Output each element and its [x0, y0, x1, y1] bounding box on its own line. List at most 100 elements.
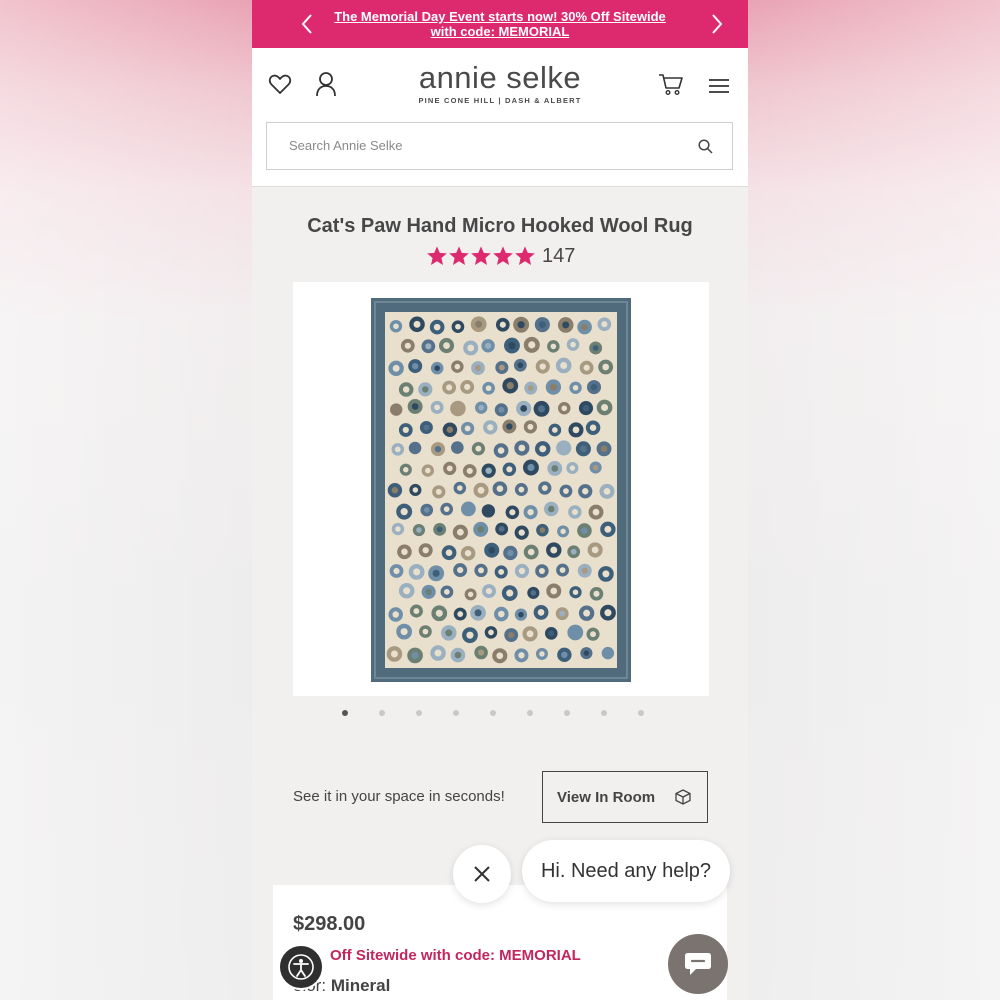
right-background: [748, 0, 1000, 1000]
rug-spot-center: [602, 363, 609, 371]
brand-logo[interactable]: annie selke PINE CONE HILL | DASH & ALBE…: [402, 58, 598, 105]
carousel-dot[interactable]: [564, 710, 570, 716]
rug-spot-center: [582, 404, 590, 412]
carousel-dot[interactable]: [416, 710, 422, 716]
logo-wordmark: annie selke: [418, 60, 582, 95]
rug-spot-center: [582, 488, 589, 495]
rug-spot-center: [446, 465, 453, 472]
rug-spot-center: [422, 628, 429, 635]
rug-spot-center: [443, 342, 450, 349]
carousel-dot[interactable]: [490, 710, 496, 716]
rug-spot-center: [393, 323, 399, 330]
rug-spot-center: [604, 609, 612, 617]
rug-spot-center: [551, 427, 558, 433]
rug-spot-center: [498, 568, 505, 575]
rug-spot-center: [464, 425, 471, 432]
accessibility-icon: [288, 954, 314, 980]
product-title: Cat's Paw Hand Micro Hooked Wool Rug: [307, 215, 693, 237]
rug-spot-center: [508, 342, 516, 350]
view-in-room-button[interactable]: View In Room: [542, 771, 708, 823]
product-price: $298.00: [293, 913, 366, 935]
search-icon[interactable]: [698, 139, 713, 154]
chevron-left-icon[interactable]: [300, 12, 314, 36]
rug-spot-center: [392, 611, 399, 618]
price-panel: $298.00 Off Sitewide with code: MEMORIAL…: [273, 885, 727, 1000]
color-value: Mineral: [330, 976, 391, 995]
star-icon: [449, 246, 469, 265]
rug-spot-center: [592, 345, 599, 351]
rug-spot-center: [518, 444, 526, 452]
rug-spot-center: [498, 610, 505, 618]
rug-spot-center: [443, 506, 450, 512]
rug-spot-center: [562, 321, 570, 329]
rug-spot-center: [393, 567, 400, 575]
rug-spot-center: [526, 630, 534, 638]
search-input[interactable]: [287, 137, 671, 154]
rug-spot-center: [538, 567, 545, 575]
rug-spot-center: [422, 386, 429, 393]
rug-spot-center: [539, 651, 545, 657]
logo-sub-brands: PINE CONE HILL | DASH & ALBERT: [418, 96, 582, 105]
chat-close-button[interactable]: [453, 845, 511, 903]
rug-spot-center: [583, 650, 590, 656]
rug-spot-center: [403, 466, 409, 473]
carousel-dot[interactable]: [527, 710, 533, 716]
view-in-room-prompt: See it in your space in seconds!: [293, 788, 505, 805]
user-icon[interactable]: [315, 71, 337, 97]
rug-spot-center: [464, 549, 472, 557]
rug-spot-center: [580, 445, 587, 453]
cube-icon: [675, 789, 691, 805]
carousel-dot[interactable]: [342, 710, 348, 716]
rug-spot-center: [404, 342, 411, 349]
rug-spot-center: [401, 548, 408, 556]
star-icon: [471, 246, 491, 265]
rug-spot-center: [590, 383, 598, 391]
rug-spot-center: [603, 487, 611, 495]
rug-spot-center: [433, 323, 441, 331]
carousel-dot[interactable]: [453, 710, 459, 716]
rug-spot-center: [499, 321, 506, 328]
rug-spot-center: [527, 385, 534, 392]
carousel-dot[interactable]: [601, 710, 607, 716]
rug-spot-center: [477, 486, 485, 494]
product-image-carousel[interactable]: [293, 282, 709, 696]
rug-spot-center: [485, 385, 492, 392]
rug-spot-center: [508, 631, 515, 639]
rug-spot-center: [446, 426, 454, 434]
rug-spot-center: [446, 384, 453, 391]
rug-spot-center: [572, 384, 579, 391]
rug-spot-center: [506, 382, 514, 390]
rug-spot-center: [539, 527, 546, 533]
rug-spot-center: [445, 549, 453, 557]
rug-spot-center: [454, 651, 462, 659]
menu-icon[interactable]: [709, 78, 729, 94]
rug-spot-center: [550, 343, 557, 350]
rug-spot-center: [394, 446, 401, 453]
chevron-right-icon[interactable]: [710, 12, 724, 36]
left-background: [0, 0, 252, 1000]
cart-icon[interactable]: [658, 72, 684, 96]
rug-spot-center: [412, 487, 419, 493]
rug-spot-center: [485, 507, 492, 514]
chat-launcher-button[interactable]: [668, 934, 728, 994]
heart-icon[interactable]: [268, 73, 292, 95]
rug-spot-center: [455, 323, 461, 330]
rug-spot-center: [474, 364, 482, 372]
carousel-dot[interactable]: [379, 710, 385, 716]
carousel-dot[interactable]: [638, 710, 644, 716]
promo-link[interactable]: The Memorial Day Event starts now! 30% O…: [324, 9, 676, 39]
rug-spot-center: [518, 652, 525, 659]
rug-spot-center: [572, 426, 580, 434]
rug-spot-center: [498, 364, 505, 371]
accessibility-button[interactable]: [278, 944, 324, 990]
rug-spot-center: [581, 527, 588, 534]
rug-spot-center: [518, 486, 525, 493]
product-rating[interactable]: 147: [426, 244, 575, 268]
rug-spot-center: [454, 444, 461, 451]
rug-spot-center: [412, 445, 418, 451]
rug-spot-center: [517, 362, 524, 369]
rug-spot-center: [518, 611, 524, 618]
chat-greeting-bubble[interactable]: Hi. Need any help?: [522, 840, 730, 902]
rug-spot-center: [604, 525, 612, 533]
rug-spot-center: [413, 568, 421, 576]
